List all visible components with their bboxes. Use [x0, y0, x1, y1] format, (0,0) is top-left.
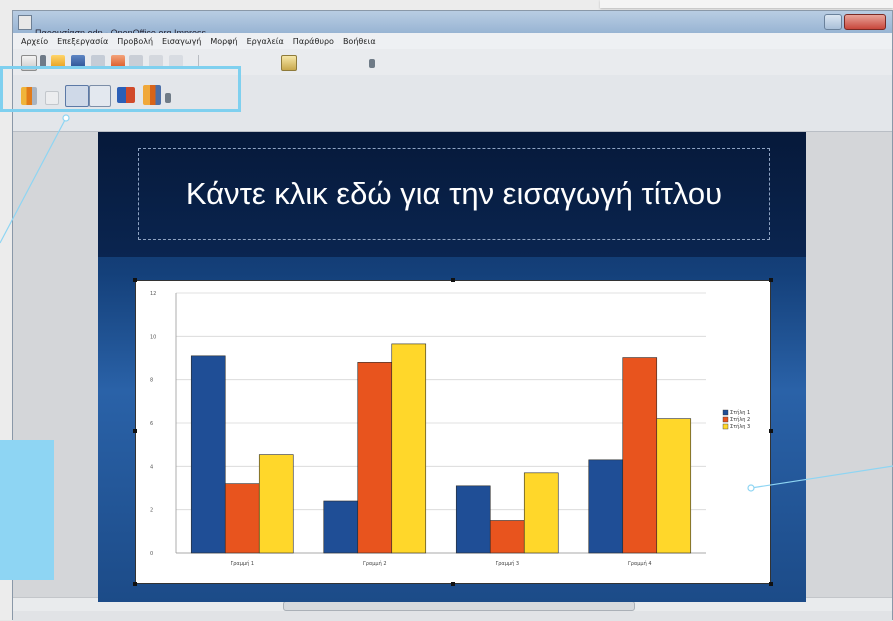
bar-3-4 — [656, 418, 692, 554]
menu-file[interactable]: Αρχείο — [21, 37, 48, 46]
legend-swatch-3 — [722, 423, 729, 430]
menu-view[interactable]: Προβολή — [117, 37, 153, 46]
minimize-button[interactable] — [824, 14, 842, 30]
y-tick-label: 8 — [150, 378, 153, 384]
chart-object[interactable]: 0 2 4 6 8 10 12 Γραμμή 1 Γραμμή 2 Γραμμή 3 Γραμμή … — [133, 278, 773, 586]
menu-tools[interactable]: Εργαλεία — [247, 37, 284, 46]
x-tick-label: Γραμμή 4 — [628, 560, 652, 567]
legend-label-1: Στήλη 1 — [730, 409, 750, 416]
legend-swatch-2 — [722, 416, 729, 423]
y-tick-label: 10 — [150, 334, 156, 340]
legend-label-3: Στήλη 3 — [730, 423, 750, 430]
paste-icon[interactable] — [281, 55, 297, 71]
bar-2-2 — [357, 362, 393, 554]
bar-3-3 — [523, 472, 559, 554]
legend-label-2: Στήλη 2 — [730, 416, 750, 423]
title-placeholder-text: Κάντε κλικ εδώ για την εισαγωγή τίτλου — [185, 176, 723, 211]
bar-3-2 — [391, 343, 427, 554]
menu-edit[interactable]: Επεξεργασία — [57, 37, 108, 46]
x-tick-label: Γραμμή 3 — [495, 560, 519, 567]
bar-chart: 0 2 4 6 8 10 12 Γραμμή 1 Γραμμή 2 Γραμμή 3 Γραμμή … — [150, 291, 750, 567]
legend-swatch-1 — [722, 409, 729, 416]
y-tick-label: 0 — [150, 551, 153, 557]
bar-1-2 — [323, 500, 359, 554]
bar-1-3 — [455, 485, 491, 554]
y-tick-label: 6 — [150, 421, 153, 427]
bar-2-1 — [224, 483, 260, 554]
menu-format[interactable]: Μορφή — [210, 37, 237, 46]
x-tick-label: Γραμμή 1 — [230, 560, 254, 567]
menu-bar: Αρχείο Επεξεργασία Προβολή Εισαγωγή Μορφ… — [13, 33, 892, 49]
bar-1-1 — [190, 355, 226, 554]
bar-2-4 — [622, 357, 658, 554]
toolbar-overflow-icon[interactable] — [369, 59, 375, 68]
menu-window[interactable]: Παράθυρο — [293, 37, 334, 46]
bar-2-3 — [489, 520, 525, 554]
close-button[interactable] — [844, 14, 886, 30]
y-tick-label: 2 — [150, 508, 153, 514]
menu-insert[interactable]: Εισαγωγή — [162, 37, 201, 46]
impress-app-icon — [18, 15, 32, 30]
toolbar-highlight-frame — [0, 66, 241, 112]
x-tick-label: Γραμμή 2 — [363, 560, 387, 567]
bar-1-4 — [588, 459, 624, 554]
page-edge — [600, 0, 893, 8]
menu-help[interactable]: Βοήθεια — [343, 37, 376, 46]
title-bar[interactable]: Παρουσίαση.odp - OpenOffice.org Impress — [13, 11, 892, 38]
bar-3-1 — [258, 454, 294, 554]
scrollbar-thumb[interactable] — [283, 601, 635, 611]
y-tick-label: 4 — [150, 464, 153, 470]
side-callout-box — [0, 440, 54, 580]
y-tick-label: 12 — [150, 291, 156, 297]
title-placeholder[interactable]: Κάντε κλικ εδώ για την εισαγωγή τίτλου — [138, 148, 770, 240]
